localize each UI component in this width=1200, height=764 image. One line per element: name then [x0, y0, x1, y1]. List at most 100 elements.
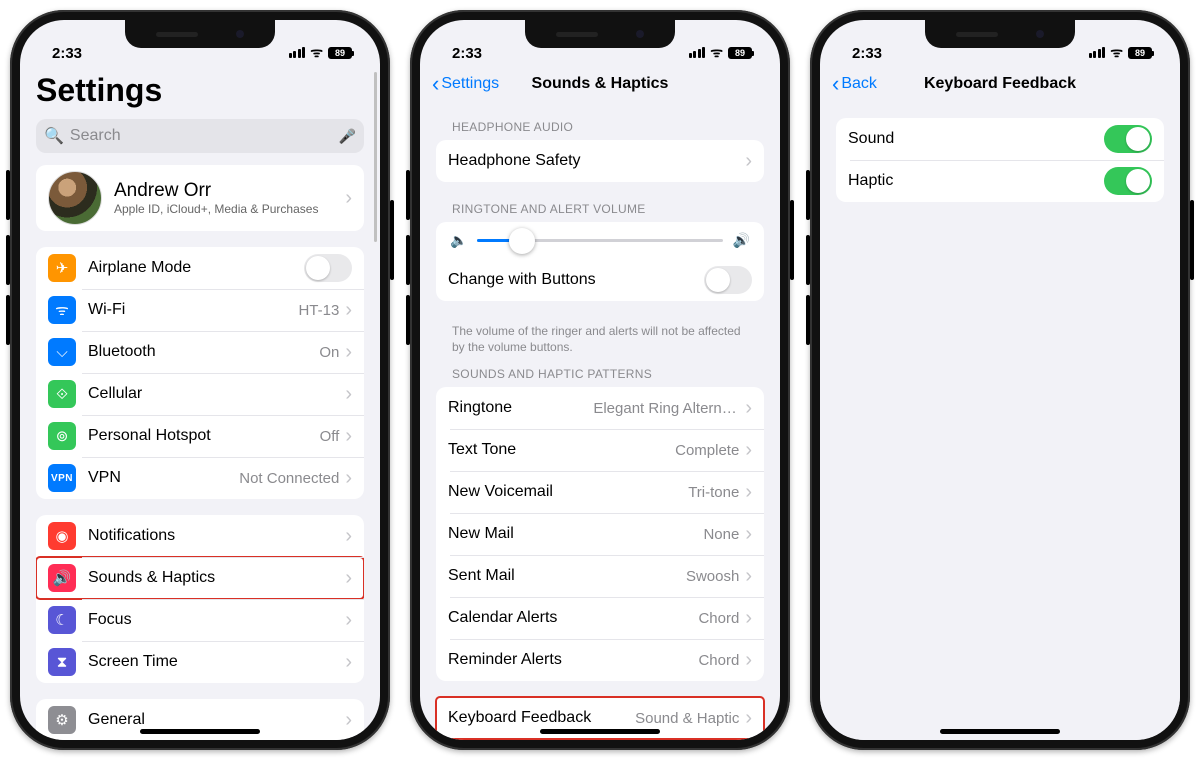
row-label: Calendar Alerts [448, 609, 557, 627]
pattern-row-sent-mail[interactable]: Sent Mail Swoosh › [436, 555, 764, 597]
avatar [48, 171, 102, 225]
volume-slider[interactable] [477, 239, 722, 242]
apple-id-row[interactable]: Andrew Orr Apple ID, iCloud+, Media & Pu… [36, 165, 364, 231]
settings-row-focus[interactable]: ☾Focus› [36, 599, 364, 641]
search-placeholder: Search [70, 127, 121, 145]
battery-icon: 89 [728, 47, 752, 59]
back-button[interactable]: ‹ Settings [432, 73, 499, 95]
row-value: Chord [698, 652, 743, 669]
speaker-loud-icon: 🔊 [733, 232, 750, 249]
row-value: Tri-tone [688, 484, 743, 501]
settings-row-personal-hotspot[interactable]: ⊚Personal HotspotOff› [36, 415, 364, 457]
pattern-row-calendar-alerts[interactable]: Calendar Alerts Chord › [436, 597, 764, 639]
settings-row-wi-fi[interactable]: ᯤ Wi-Fi HT-13› [36, 289, 364, 331]
row-label: Airplane Mode [88, 259, 191, 277]
phone-keyboard-feedback: 2:33 ᯤ 89 ‹ Back Keyboard Feedback Sound… [810, 10, 1190, 750]
nav-title: Sounds & Haptics [532, 75, 669, 93]
settings-row-screen-time[interactable]: ⧗Screen Time› [36, 641, 364, 683]
cellular-signal-icon [289, 47, 306, 58]
row-toggle[interactable] [1104, 167, 1152, 195]
pattern-row-new-mail[interactable]: New Mail None › [436, 513, 764, 555]
home-indicator[interactable] [940, 729, 1060, 734]
chevron-right-icon: › [743, 524, 752, 544]
battery-icon: 89 [328, 47, 352, 59]
home-indicator[interactable] [140, 729, 260, 734]
change-buttons-label: Change with Buttons [448, 271, 596, 289]
chevron-right-icon: › [743, 608, 752, 628]
settings-row-notifications[interactable]: ◉Notifications› [36, 515, 364, 557]
headphone-safety-row[interactable]: Headphone Safety › [436, 140, 764, 182]
row-label: Text Tone [448, 441, 516, 459]
chevron-right-icon: › [743, 151, 752, 171]
search-icon: 🔍 [44, 126, 64, 146]
row-label: Haptic [848, 172, 893, 190]
wifi-icon: ᯤ [48, 296, 76, 324]
headphone-safety-label: Headphone Safety [448, 152, 581, 170]
kbd-feedback-row-sound[interactable]: Sound [836, 118, 1164, 160]
bluetooth-icon: ⌵ [48, 338, 76, 366]
row-label: New Voicemail [448, 483, 553, 501]
row-toggle[interactable] [1104, 125, 1152, 153]
row-value: HT-13 [298, 302, 343, 319]
chevron-right-icon: › [343, 188, 352, 208]
settings-row-sounds-haptics[interactable]: 🔊Sounds & Haptics› [36, 557, 364, 599]
volume-slider-row[interactable]: 🔈 🔊 [436, 222, 764, 259]
notch [925, 20, 1075, 48]
change-with-buttons-row[interactable]: Change with Buttons [436, 259, 764, 301]
mic-icon[interactable]: 🎤 [339, 128, 356, 145]
change-buttons-toggle[interactable] [704, 266, 752, 294]
wifi-status-icon: ᯤ [710, 43, 723, 62]
pattern-row-reminder-alerts[interactable]: Reminder Alerts Chord › [436, 639, 764, 681]
chevron-right-icon: › [343, 300, 352, 320]
row-label: General [88, 711, 145, 729]
row-label: Sent Mail [448, 567, 515, 585]
cellular-signal-icon [689, 47, 706, 58]
kbd-feedback-row-haptic[interactable]: Haptic [836, 160, 1164, 202]
sounds-icon: 🔊 [48, 564, 76, 592]
slider-thumb[interactable] [509, 228, 535, 254]
account-subtitle: Apple ID, iCloud+, Media & Purchases [114, 202, 318, 217]
back-label: Back [841, 75, 877, 93]
nav-title: Keyboard Feedback [924, 75, 1076, 93]
row-value: Swoosh [686, 568, 743, 585]
row-label: Bluetooth [88, 343, 156, 361]
row-value: Off [320, 428, 344, 445]
row-label: Notifications [88, 527, 175, 545]
row-label: Cellular [88, 385, 142, 403]
phone-settings-root: 2:33 ᯤ 89 Settings 🔍 Search 🎤 Andrew Orr [10, 10, 390, 750]
status-time: 2:33 [852, 45, 882, 62]
wifi-status-icon: ᯤ [1110, 43, 1123, 62]
search-input[interactable]: 🔍 Search 🎤 [36, 119, 364, 153]
settings-row-airplane-mode[interactable]: ✈Airplane Mode [36, 247, 364, 289]
pattern-row-new-voicemail[interactable]: New Voicemail Tri-tone › [436, 471, 764, 513]
chevron-right-icon: › [343, 610, 352, 630]
account-name: Andrew Orr [114, 180, 318, 202]
settings-row-vpn[interactable]: VPNVPNNot Connected› [36, 457, 364, 499]
general-icon: ⚙ [48, 706, 76, 734]
chevron-right-icon: › [743, 650, 752, 670]
status-time: 2:33 [452, 45, 482, 62]
row-toggle[interactable] [304, 254, 352, 282]
chevron-right-icon: › [343, 468, 352, 488]
row-label: Sound [848, 130, 894, 148]
focus-icon: ☾ [48, 606, 76, 634]
scrollbar[interactable] [374, 72, 377, 242]
home-indicator[interactable] [540, 729, 660, 734]
pattern-row-text-tone[interactable]: Text Tone Complete › [436, 429, 764, 471]
settings-row-bluetooth[interactable]: ⌵BluetoothOn› [36, 331, 364, 373]
battery-icon: 89 [1128, 47, 1152, 59]
row-label: Wi-Fi [88, 301, 125, 319]
phone-sounds-haptics: 2:33 ᯤ 89 ‹ Settings Sounds & Haptics HE… [410, 10, 790, 750]
chevron-right-icon: › [343, 342, 352, 362]
back-button[interactable]: ‹ Back [832, 73, 877, 95]
chevron-right-icon: › [343, 384, 352, 404]
speaker-quiet-icon: 🔈 [450, 232, 467, 249]
chevron-right-icon: › [343, 526, 352, 546]
chevron-right-icon: › [743, 566, 752, 586]
wifi-status-icon: ᯤ [310, 43, 323, 62]
pattern-row-ringtone[interactable]: Ringtone Elegant Ring Alternative / Cle…… [436, 387, 764, 429]
settings-row-cellular[interactable]: ⟐Cellular› [36, 373, 364, 415]
notch [125, 20, 275, 48]
chevron-right-icon: › [743, 708, 752, 728]
chevron-right-icon: › [343, 568, 352, 588]
